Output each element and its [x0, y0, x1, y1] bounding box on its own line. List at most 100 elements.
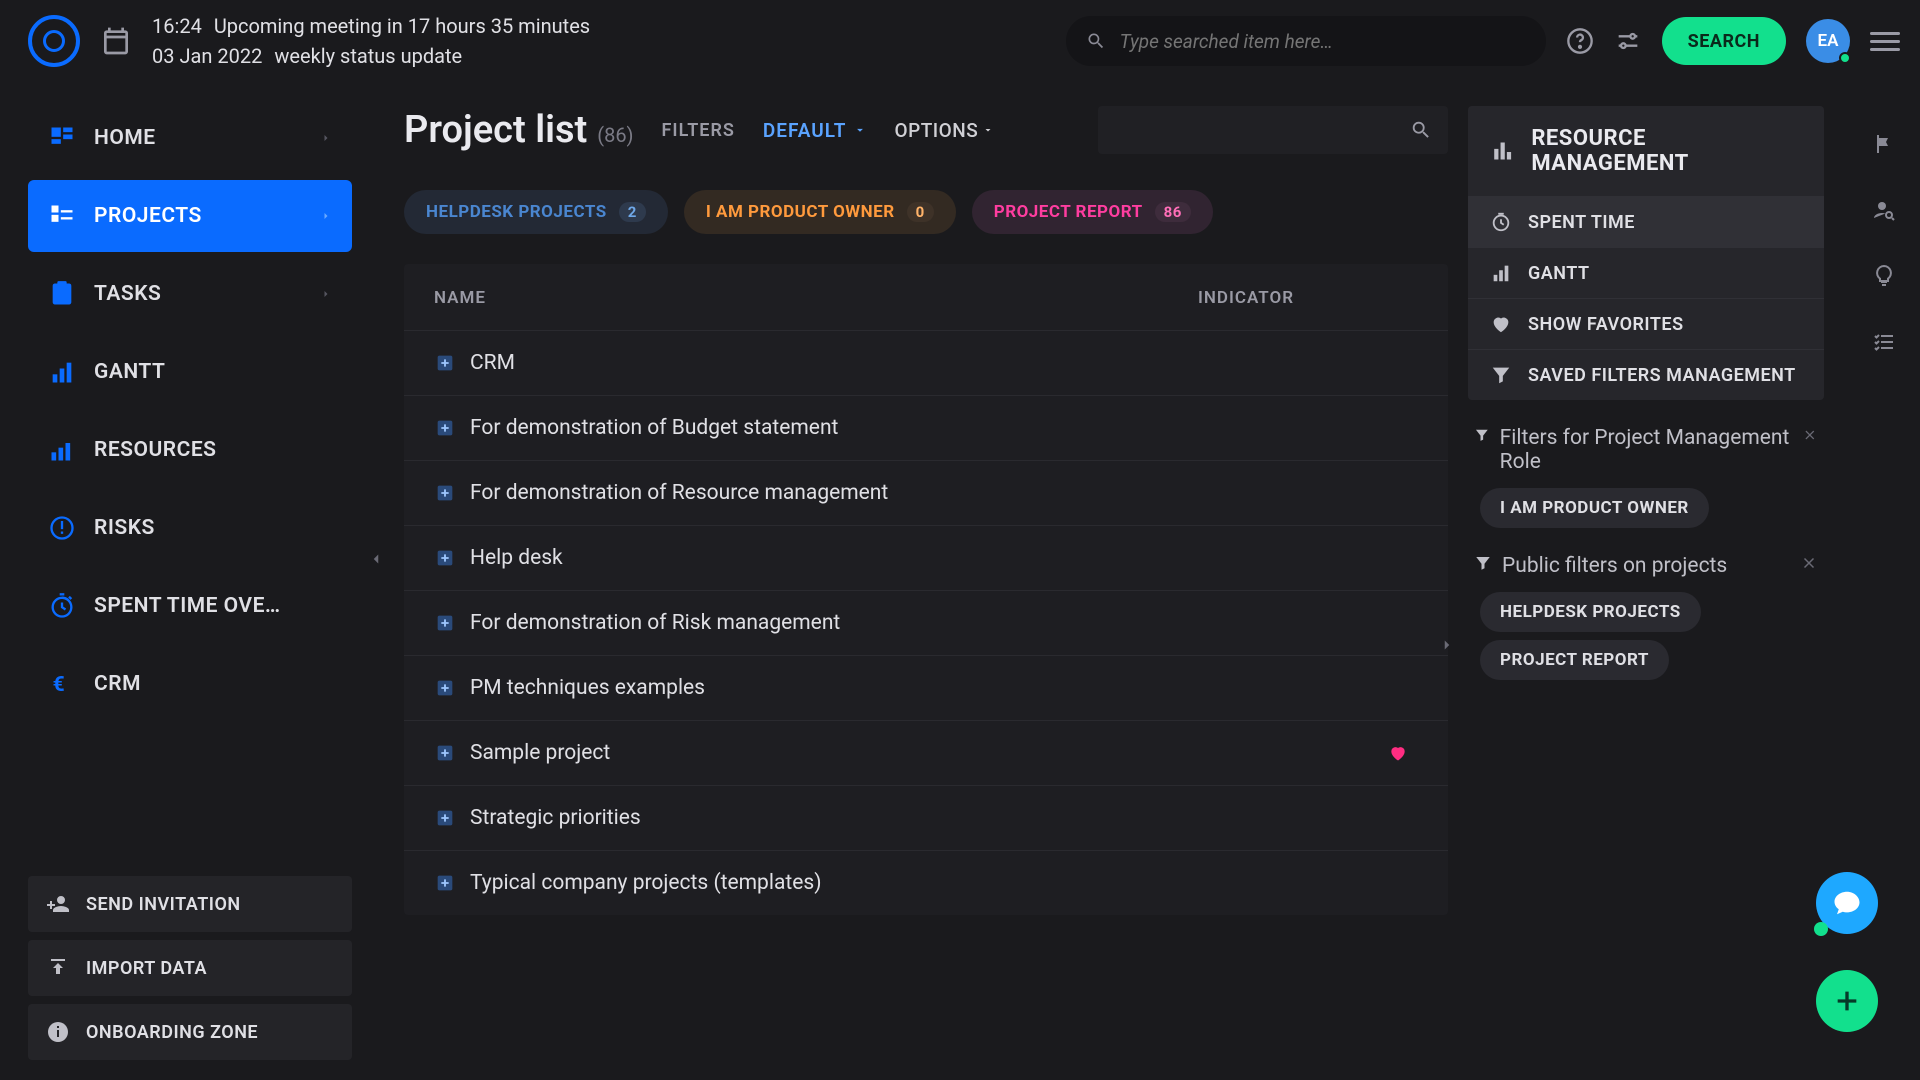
table-row[interactable]: PM techniques examples — [404, 655, 1448, 720]
expand-icon[interactable] — [434, 352, 456, 374]
flag-icon[interactable] — [1872, 132, 1896, 156]
right-item-show-favorites[interactable]: SHOW FAVORITES — [1468, 298, 1824, 349]
topbar: 16:24 Upcoming meeting in 17 hours 35 mi… — [0, 0, 1920, 82]
sidebar-item-risks[interactable]: RISKS — [28, 492, 352, 564]
public-filters-header: Public filters on projects — [1468, 542, 1824, 584]
filter-pill[interactable]: I AM PRODUCT OWNER — [1480, 488, 1709, 528]
filter-chip-helpdesk-projects[interactable]: HELPDESK PROJECTS2 — [404, 190, 668, 234]
page-header: Project list (86) FILTERS DEFAULT OPTION… — [404, 106, 1448, 154]
expand-icon[interactable] — [434, 807, 456, 829]
svg-text:€: € — [53, 673, 66, 697]
filter-pill[interactable]: PROJECT REPORT — [1480, 640, 1669, 680]
right-collapse-icon[interactable] — [1438, 636, 1456, 654]
chevron-right-icon — [320, 132, 332, 144]
close-icon[interactable] — [1802, 426, 1818, 444]
sliders-icon[interactable] — [1614, 27, 1642, 55]
send-invitation-button[interactable]: SEND INVITATION — [28, 876, 352, 932]
sidebar-item-label: GANTT — [94, 360, 165, 384]
search-input[interactable] — [1120, 30, 1526, 53]
import-data-label: IMPORT DATA — [86, 958, 207, 979]
sidebar-item-projects[interactable]: PROJECTS — [28, 180, 352, 252]
right-item-label: SPENT TIME — [1528, 212, 1635, 233]
sidebar-item-resources[interactable]: RESOURCES — [28, 414, 352, 486]
table-row[interactable]: Typical company projects (templates) — [404, 850, 1448, 915]
upcoming-meeting: Upcoming meeting in 17 hours 35 minutes — [214, 11, 590, 41]
crm-icon: € — [48, 670, 76, 698]
lightbulb-icon[interactable] — [1872, 264, 1896, 288]
topbar-info: 16:24 Upcoming meeting in 17 hours 35 mi… — [152, 11, 590, 71]
search-button[interactable]: SEARCH — [1662, 17, 1786, 65]
right-item-saved-filters-management[interactable]: SAVED FILTERS MANAGEMENT — [1468, 349, 1824, 400]
table-row[interactable]: Help desk — [404, 525, 1448, 590]
close-icon[interactable] — [1800, 554, 1818, 572]
home-icon — [48, 124, 76, 152]
sidebar-item-label: HOME — [94, 126, 156, 150]
table-row[interactable]: Strategic priorities — [404, 785, 1448, 850]
options-label: OPTIONS — [895, 119, 979, 142]
chat-fab[interactable] — [1816, 872, 1878, 934]
expand-icon[interactable] — [434, 547, 456, 569]
expand-icon[interactable] — [434, 872, 456, 894]
funnel-icon — [1490, 364, 1512, 386]
sidebar-item-crm[interactable]: € CRM — [28, 648, 352, 720]
table-row[interactable]: Sample project — [404, 720, 1448, 785]
search-icon — [1410, 119, 1432, 141]
filter-chips: HELPDESK PROJECTS2 I AM PRODUCT OWNER0 PRO… — [404, 190, 1448, 234]
avatar[interactable]: EA — [1806, 19, 1850, 63]
table-search[interactable] — [1098, 106, 1448, 154]
sidebar-item-label: SPENT TIME OVE… — [94, 594, 281, 618]
person-search-icon[interactable] — [1872, 198, 1896, 222]
project-table: NAME INDICATOR CRM For demonstration of … — [404, 264, 1448, 915]
expand-icon[interactable] — [434, 417, 456, 439]
project-name: Sample project — [470, 741, 1168, 765]
options-dropdown[interactable]: OPTIONS — [895, 119, 995, 142]
sidebar-collapse-icon[interactable] — [367, 550, 385, 568]
project-name: Help desk — [470, 546, 1198, 570]
chip-count: 0 — [907, 202, 934, 222]
resources-icon — [48, 436, 76, 464]
sidebar-item-home[interactable]: HOME — [28, 102, 352, 174]
onboarding-zone-button[interactable]: ONBOARDING ZONE — [28, 1004, 352, 1060]
expand-icon[interactable] — [434, 742, 456, 764]
right-rail — [1848, 106, 1920, 1080]
sidebar-item-label: CRM — [94, 672, 141, 696]
chip-count: 86 — [1155, 202, 1191, 222]
right-item-gantt[interactable]: GANTT — [1468, 247, 1824, 298]
table-row[interactable]: For demonstration of Resource management — [404, 460, 1448, 525]
right-item-spent-time[interactable]: SPENT TIME — [1468, 196, 1824, 247]
sidebar-item-gantt[interactable]: GANTT — [28, 336, 352, 408]
bars-icon — [1490, 138, 1515, 164]
filter-pill[interactable]: HELPDESK PROJECTS — [1480, 592, 1701, 632]
checklist-icon[interactable] — [1872, 330, 1896, 354]
calendar-icon[interactable] — [100, 25, 132, 57]
filter-chip-i-am-product-owner[interactable]: I AM PRODUCT OWNER0 — [684, 190, 956, 234]
expand-icon[interactable] — [434, 677, 456, 699]
table-row[interactable]: For demonstration of Risk management — [404, 590, 1448, 655]
expand-icon[interactable] — [434, 482, 456, 504]
add-fab[interactable] — [1816, 970, 1878, 1032]
import-icon — [46, 956, 70, 980]
sidebar-item-tasks[interactable]: TASKS — [28, 258, 352, 330]
sidebar-item-spent-time-ove-[interactable]: SPENT TIME OVE… — [28, 570, 352, 642]
info-icon — [46, 1020, 70, 1044]
project-name: Strategic priorities — [470, 806, 1198, 830]
right-item-label: GANTT — [1528, 263, 1590, 284]
table-row[interactable]: CRM — [404, 330, 1448, 395]
import-data-button[interactable]: IMPORT DATA — [28, 940, 352, 996]
right-item-label: SHOW FAVORITES — [1528, 314, 1684, 335]
filter-chip-project-report[interactable]: PROJECT REPORT 86 — [972, 190, 1213, 234]
logo[interactable] — [28, 15, 80, 67]
project-name: CRM — [470, 351, 1198, 375]
favorite-icon[interactable] — [1388, 743, 1408, 763]
clock-date: 03 Jan 2022 — [152, 41, 262, 71]
global-search[interactable] — [1066, 16, 1546, 66]
menu-icon[interactable] — [1870, 32, 1900, 51]
expand-icon[interactable] — [434, 612, 456, 634]
filters-value: DEFAULT — [763, 119, 847, 142]
tasks-icon — [48, 280, 76, 308]
table-row[interactable]: For demonstration of Budget statement — [404, 395, 1448, 460]
chip-label: PROJECT REPORT — [994, 202, 1143, 222]
filters-dropdown[interactable]: DEFAULT — [763, 119, 867, 142]
projects-icon — [48, 202, 76, 230]
help-icon[interactable] — [1566, 27, 1594, 55]
